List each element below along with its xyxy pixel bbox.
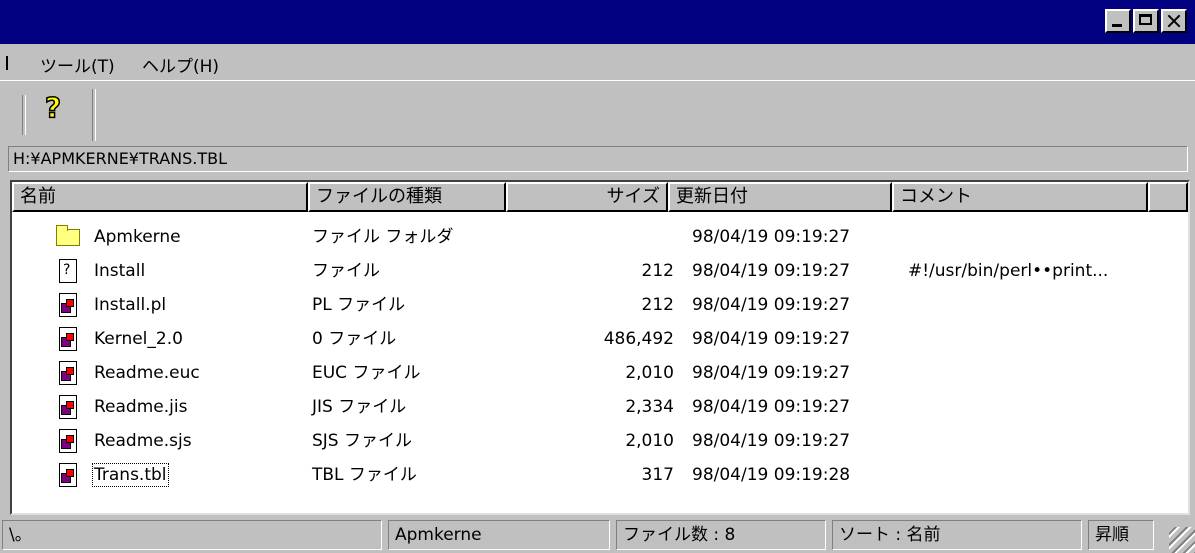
file-size: 2,010 <box>625 363 674 383</box>
file-date: 98/04/19 09:19:27 <box>692 261 851 281</box>
toolbar: ? <box>0 80 1195 147</box>
menu-tools[interactable]: ツール(T) <box>40 52 115 77</box>
file-type: TBL ファイル <box>312 465 417 485</box>
status-message: \。 <box>2 520 382 550</box>
file-name: Apmkerne <box>94 227 181 247</box>
file-size: 317 <box>641 465 674 485</box>
column-header-type[interactable]: ファイルの種類 <box>308 182 506 212</box>
menubar-grip <box>6 56 8 70</box>
file-size: 486,492 <box>603 329 674 349</box>
resize-grip-icon[interactable] <box>1169 527 1195 553</box>
help-button[interactable]: ? <box>38 90 68 125</box>
file-type: SJS ファイル <box>312 431 412 451</box>
file-row[interactable]: Readme.sjs SJS ファイル 2,010 98/04/19 09:19… <box>12 424 1188 458</box>
file-row[interactable]: Kernel_2.0 0 ファイル 486,492 98/04/19 09:19… <box>12 322 1188 356</box>
file-size: 212 <box>641 261 674 281</box>
file-name: Install.pl <box>94 295 167 315</box>
status-file-count: ファイル数 : 8 <box>616 520 826 550</box>
column-header-comment[interactable]: コメント <box>892 182 1148 212</box>
file-type: ファイル フォルダ <box>312 227 454 247</box>
file-name: Readme.sjs <box>94 431 192 451</box>
file-type: JIS ファイル <box>312 397 407 417</box>
column-header-filler <box>1148 182 1188 212</box>
file-row[interactable]: ? Install ファイル 212 98/04/19 09:19:27 #!/… <box>12 254 1188 288</box>
column-header-date[interactable]: 更新日付 <box>668 182 892 212</box>
column-header-name[interactable]: 名前 <box>12 182 308 212</box>
minimize-button[interactable] <box>1105 9 1131 33</box>
menu-help[interactable]: ヘルプ(H) <box>142 52 219 77</box>
file-row[interactable]: Readme.jis JIS ファイル 2,334 98/04/19 09:19… <box>12 390 1188 424</box>
file-name: Install <box>94 261 146 281</box>
file-type: 0 ファイル <box>312 329 397 349</box>
column-headers: 名前 ファイルの種類 サイズ 更新日付 コメント <box>12 182 1188 212</box>
title-bar <box>0 0 1195 44</box>
close-button[interactable] <box>1161 9 1187 33</box>
file-list[interactable]: 名前 ファイルの種類 サイズ 更新日付 コメント Apmkerne ファイル フ… <box>10 180 1190 515</box>
file-row[interactable]: Apmkerne ファイル フォルダ 98/04/19 09:19:27 <box>12 220 1188 254</box>
file-row[interactable]: Readme.euc EUC ファイル 2,010 98/04/19 09:19… <box>12 356 1188 390</box>
file-name-focused: Trans.tbl <box>92 463 169 487</box>
app-file-icon <box>59 463 77 487</box>
help-icon: ? <box>44 90 62 125</box>
unknown-file-icon: ? <box>59 259 77 283</box>
folder-icon <box>56 225 80 246</box>
toolbar-grip <box>22 95 26 135</box>
file-size: 2,010 <box>625 431 674 451</box>
file-name: Trans.tbl <box>92 458 169 492</box>
file-comment: #!/usr/bin/perl••print... <box>908 261 1109 281</box>
status-folder: Apmkerne <box>388 520 610 550</box>
status-order: 昇順 <box>1088 520 1154 550</box>
status-bar: \。 Apmkerne ファイル数 : 8 ソート : 名前 昇順 <box>0 518 1195 553</box>
file-name: Readme.euc <box>94 363 200 383</box>
column-header-size[interactable]: サイズ <box>506 182 668 212</box>
toolbar-divider <box>92 89 96 141</box>
app-file-icon <box>59 361 77 385</box>
file-name: Readme.jis <box>94 397 188 417</box>
file-name: Kernel_2.0 <box>94 329 183 349</box>
file-row[interactable]: Install.pl PL ファイル 212 98/04/19 09:19:27 <box>12 288 1188 322</box>
file-date: 98/04/19 09:19:27 <box>692 431 851 451</box>
file-size: 212 <box>641 295 674 315</box>
file-size: 2,334 <box>625 397 674 417</box>
file-date: 98/04/19 09:19:27 <box>692 329 851 349</box>
maximize-button[interactable] <box>1133 9 1159 33</box>
file-type: PL ファイル <box>312 295 406 315</box>
file-date: 98/04/19 09:19:27 <box>692 295 851 315</box>
file-date: 98/04/19 09:19:28 <box>692 465 851 485</box>
app-file-icon <box>59 395 77 419</box>
status-sort: ソート : 名前 <box>832 520 1082 550</box>
app-file-icon <box>59 293 77 317</box>
file-date: 98/04/19 09:19:27 <box>692 397 851 417</box>
file-row[interactable]: Trans.tbl TBL ファイル 317 98/04/19 09:19:28 <box>12 458 1188 492</box>
file-size <box>502 220 674 254</box>
file-type: ファイル <box>312 261 380 281</box>
window-controls <box>1103 9 1187 33</box>
file-type: EUC ファイル <box>312 363 421 383</box>
path-field: H:¥APMKERNE¥TRANS.TBL <box>8 146 1188 172</box>
file-date: 98/04/19 09:19:27 <box>692 363 851 383</box>
file-date: 98/04/19 09:19:27 <box>692 227 851 247</box>
app-file-icon <box>59 429 77 453</box>
menu-bar: ツール(T) ヘルプ(H) <box>0 44 1195 80</box>
app-file-icon <box>59 327 77 351</box>
